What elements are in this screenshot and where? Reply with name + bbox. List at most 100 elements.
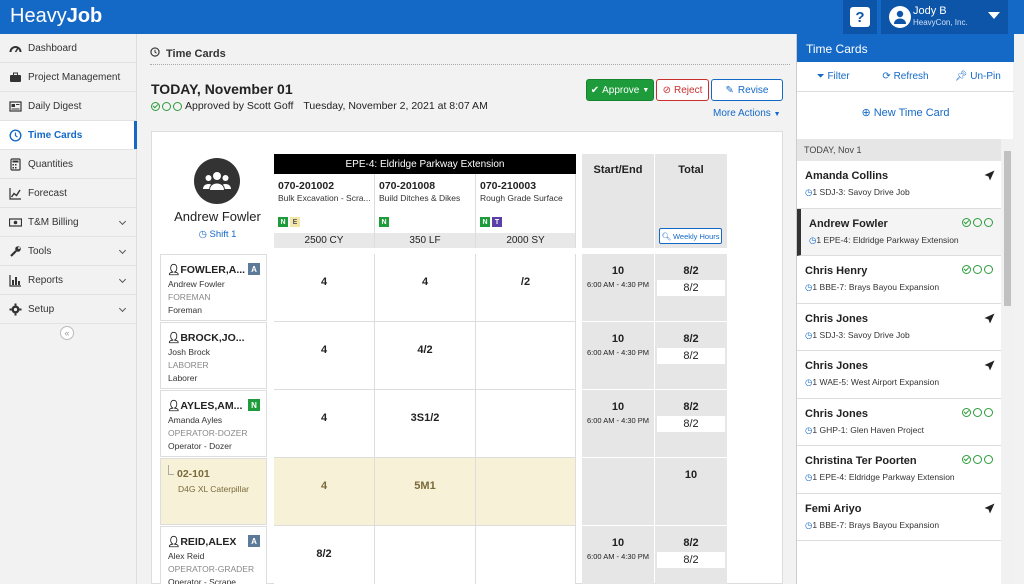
employee-row[interactable]: 👤︎ AYLES,AM... N Amanda Ayles OPERATOR-DO… <box>160 390 267 457</box>
pin-icon: 📌︎ <box>954 71 968 82</box>
app-logo[interactable]: HeavyJob <box>10 5 102 28</box>
start-end-cell[interactable]: 10 6:00 AM - 4:30 PM <box>582 390 654 458</box>
sidebar-item-forecast[interactable]: Forecast <box>0 179 136 208</box>
list-item-shift: 1 <box>812 377 818 387</box>
reject-button[interactable]: ⊘ Reject <box>656 79 709 101</box>
time-card-list-item[interactable]: Chris Henry ◷1 BBE-7: Brays Bayou Expans… <box>797 256 1001 304</box>
equipment-row[interactable]: 02-101 D4G XL Caterpillar <box>160 458 267 525</box>
sidebar-item-daily-digest[interactable]: Daily Digest <box>0 92 136 121</box>
hours-cell[interactable] <box>476 526 576 584</box>
sidebar-item-label: Reports <box>28 274 64 286</box>
hours-cell[interactable] <box>476 458 576 526</box>
phase-tag: N <box>379 217 389 227</box>
plus-circle-icon: ⊕ <box>861 107 871 119</box>
more-actions-link[interactable]: More Actions ▼ <box>713 108 781 119</box>
hours-cell[interactable]: 5M1 <box>375 458 476 526</box>
hours-cell[interactable] <box>375 526 476 584</box>
weekly-hours-button[interactable]: 🔍︎ Weekly Hours <box>659 228 722 244</box>
equipment-description: D4G XL Caterpillar <box>178 484 250 494</box>
revise-button[interactable]: ✎ Revise <box>711 79 783 101</box>
shift-link[interactable]: ◷ Shift 1 <box>164 229 271 240</box>
list-item-shift: 1 <box>812 187 818 197</box>
unpin-button[interactable]: 📌︎ Un-Pin <box>942 71 1014 82</box>
approve-label: Approve <box>602 84 640 96</box>
employee-row[interactable]: 👤︎ FOWLER,A... A Andrew Fowler FOREMAN Fo… <box>160 254 267 321</box>
refresh-button[interactable]: ⟳ Refresh <box>869 71 941 82</box>
start-end-cell[interactable]: 10 6:00 AM - 4:30 PM <box>582 322 654 390</box>
hours-cell[interactable]: /2 <box>476 254 576 322</box>
time-card-list-item[interactable]: Christina Ter Poorten ◷1 EPE-4: Eldridge… <box>797 446 1001 494</box>
phase-column[interactable]: 070-201002 Bulk Excavation - Scra... NE … <box>274 174 375 248</box>
approval-status-icon <box>962 407 995 417</box>
phase-quantity: 2000 SY <box>476 233 575 248</box>
list-item-name: Femi Ariyo <box>805 502 862 515</box>
list-item-shift: 1 <box>812 282 818 292</box>
start-end-hours: 10 <box>611 265 625 277</box>
phase-code: 070-201008 <box>379 180 436 192</box>
start-end-time: 6:00 AM - 4:30 PM <box>586 416 650 425</box>
sidebar-item-tm-billing[interactable]: T&M Billing <box>0 208 136 237</box>
employee-full-name: Alex Reid <box>168 551 205 561</box>
collapse-sidebar-button[interactable]: « <box>60 326 74 340</box>
caret-down-icon: ▼ <box>642 86 650 94</box>
list-item-job: EPE-4: Eldridge Parkway Extension <box>823 234 959 245</box>
hours-cell[interactable]: 4 <box>274 458 375 526</box>
hours-cell[interactable]: 4 <box>274 254 375 322</box>
user-icon: 👤︎ <box>167 400 181 412</box>
phase-column[interactable]: 070-210003 Rough Grade Surface NT 2000 S… <box>476 174 576 248</box>
filter-label: Filter <box>827 71 850 82</box>
foreman-name: Andrew Fowler <box>174 209 261 224</box>
scrollbar-thumb[interactable] <box>1004 151 1011 306</box>
time-card-list: Amanda Collins ◷1 SDJ-3: Savoy Drive Job… <box>797 161 1001 584</box>
employee-row[interactable]: 👤︎ BROCK,JO... Josh Brock LABORER Laborer <box>160 322 267 389</box>
hours-cell[interactable]: 8/2 <box>274 526 375 584</box>
clock-icon <box>150 47 160 60</box>
hours-cell[interactable] <box>476 390 576 458</box>
hours-cell[interactable] <box>476 322 576 390</box>
hours-cell[interactable]: 4 <box>274 390 375 458</box>
employee-row[interactable]: 👤︎ REID,ALEX A Alex Reid OPERATOR-GRADER … <box>160 526 267 584</box>
sidebar-item-quantities[interactable]: Quantities <box>0 150 136 179</box>
phase-tag: E <box>290 217 300 227</box>
start-end-time: 6:00 AM - 4:30 PM <box>586 552 650 561</box>
sidebar-item-tools[interactable]: Tools <box>0 237 136 266</box>
clock-icon: ◷ <box>198 229 207 240</box>
scrollbar[interactable] <box>1001 139 1014 584</box>
start-end-cell[interactable]: 10 6:00 AM - 4:30 PM <box>582 254 654 322</box>
approve-button[interactable]: ✔ Approve ▼ <box>586 79 654 101</box>
phase-column[interactable]: 070-201008 Build Ditches & Dikes N 350 L… <box>375 174 476 248</box>
list-item-job: WAE-5: West Airport Expansion <box>819 377 940 387</box>
time-card-list-item[interactable]: Chris Jones ◷1 SDJ-3: Savoy Drive Job <box>797 303 1001 351</box>
start-end-cell <box>582 458 654 526</box>
job-header: EPE-4: Eldridge Parkway Extension <box>274 154 576 174</box>
time-card-list-item[interactable]: Chris Jones ◷1 GHP-1: Glen Haven Project <box>797 398 1001 446</box>
help-button[interactable]: ? <box>843 0 877 34</box>
caret-down-icon <box>988 12 1000 19</box>
sidebar-item-project-management[interactable]: Project Management <box>0 63 136 92</box>
new-time-card-button[interactable]: ⊕ New Time Card <box>797 106 1014 119</box>
date-group-header: TODAY, Nov 1 <box>797 139 1001 161</box>
time-card-list-item[interactable]: Chris Jones ◷1 WAE-5: West Airport Expan… <box>797 351 1001 399</box>
time-card-list-item[interactable]: Andrew Fowler ◷1 EPE-4: Eldridge Parkway… <box>797 208 1001 256</box>
sidebar-item-time-cards[interactable]: Time Cards <box>0 121 137 150</box>
unpin-label: Un-Pin <box>970 71 1001 82</box>
phase-description: Rough Grade Surface <box>480 193 563 203</box>
hours-cell[interactable]: 4 <box>274 322 375 390</box>
user-menu-button[interactable]: Jody B HeavyCon, Inc. <box>881 0 1008 34</box>
start-end-time: 6:00 AM - 4:30 PM <box>586 348 650 357</box>
sidebar-item-setup[interactable]: Setup <box>0 295 136 324</box>
hours-cell[interactable]: 4 <box>375 254 476 322</box>
time-card-list-item[interactable]: Amanda Collins ◷1 SDJ-3: Savoy Drive Job <box>797 161 1001 209</box>
start-end-cell[interactable]: 10 6:00 AM - 4:30 PM <box>582 526 654 584</box>
user-icon: 👤︎ <box>167 332 181 344</box>
hours-cell[interactable]: 4/2 <box>375 322 476 390</box>
bar-chart-icon <box>9 274 22 287</box>
sidebar-item-dashboard[interactable]: Dashboard <box>0 34 136 63</box>
time-card-list-item[interactable]: Femi Ariyo ◷1 BBE-7: Brays Bayou Expansi… <box>797 493 1001 541</box>
filter-button[interactable]: ⏷ Filter <box>797 71 869 82</box>
list-item-shift: 1 <box>816 234 822 245</box>
sidebar-item-label: Quantities <box>28 158 74 170</box>
calculator-icon <box>9 157 22 171</box>
hours-cell[interactable]: 3S1/2 <box>375 390 476 458</box>
sidebar-item-reports[interactable]: Reports <box>0 266 136 295</box>
